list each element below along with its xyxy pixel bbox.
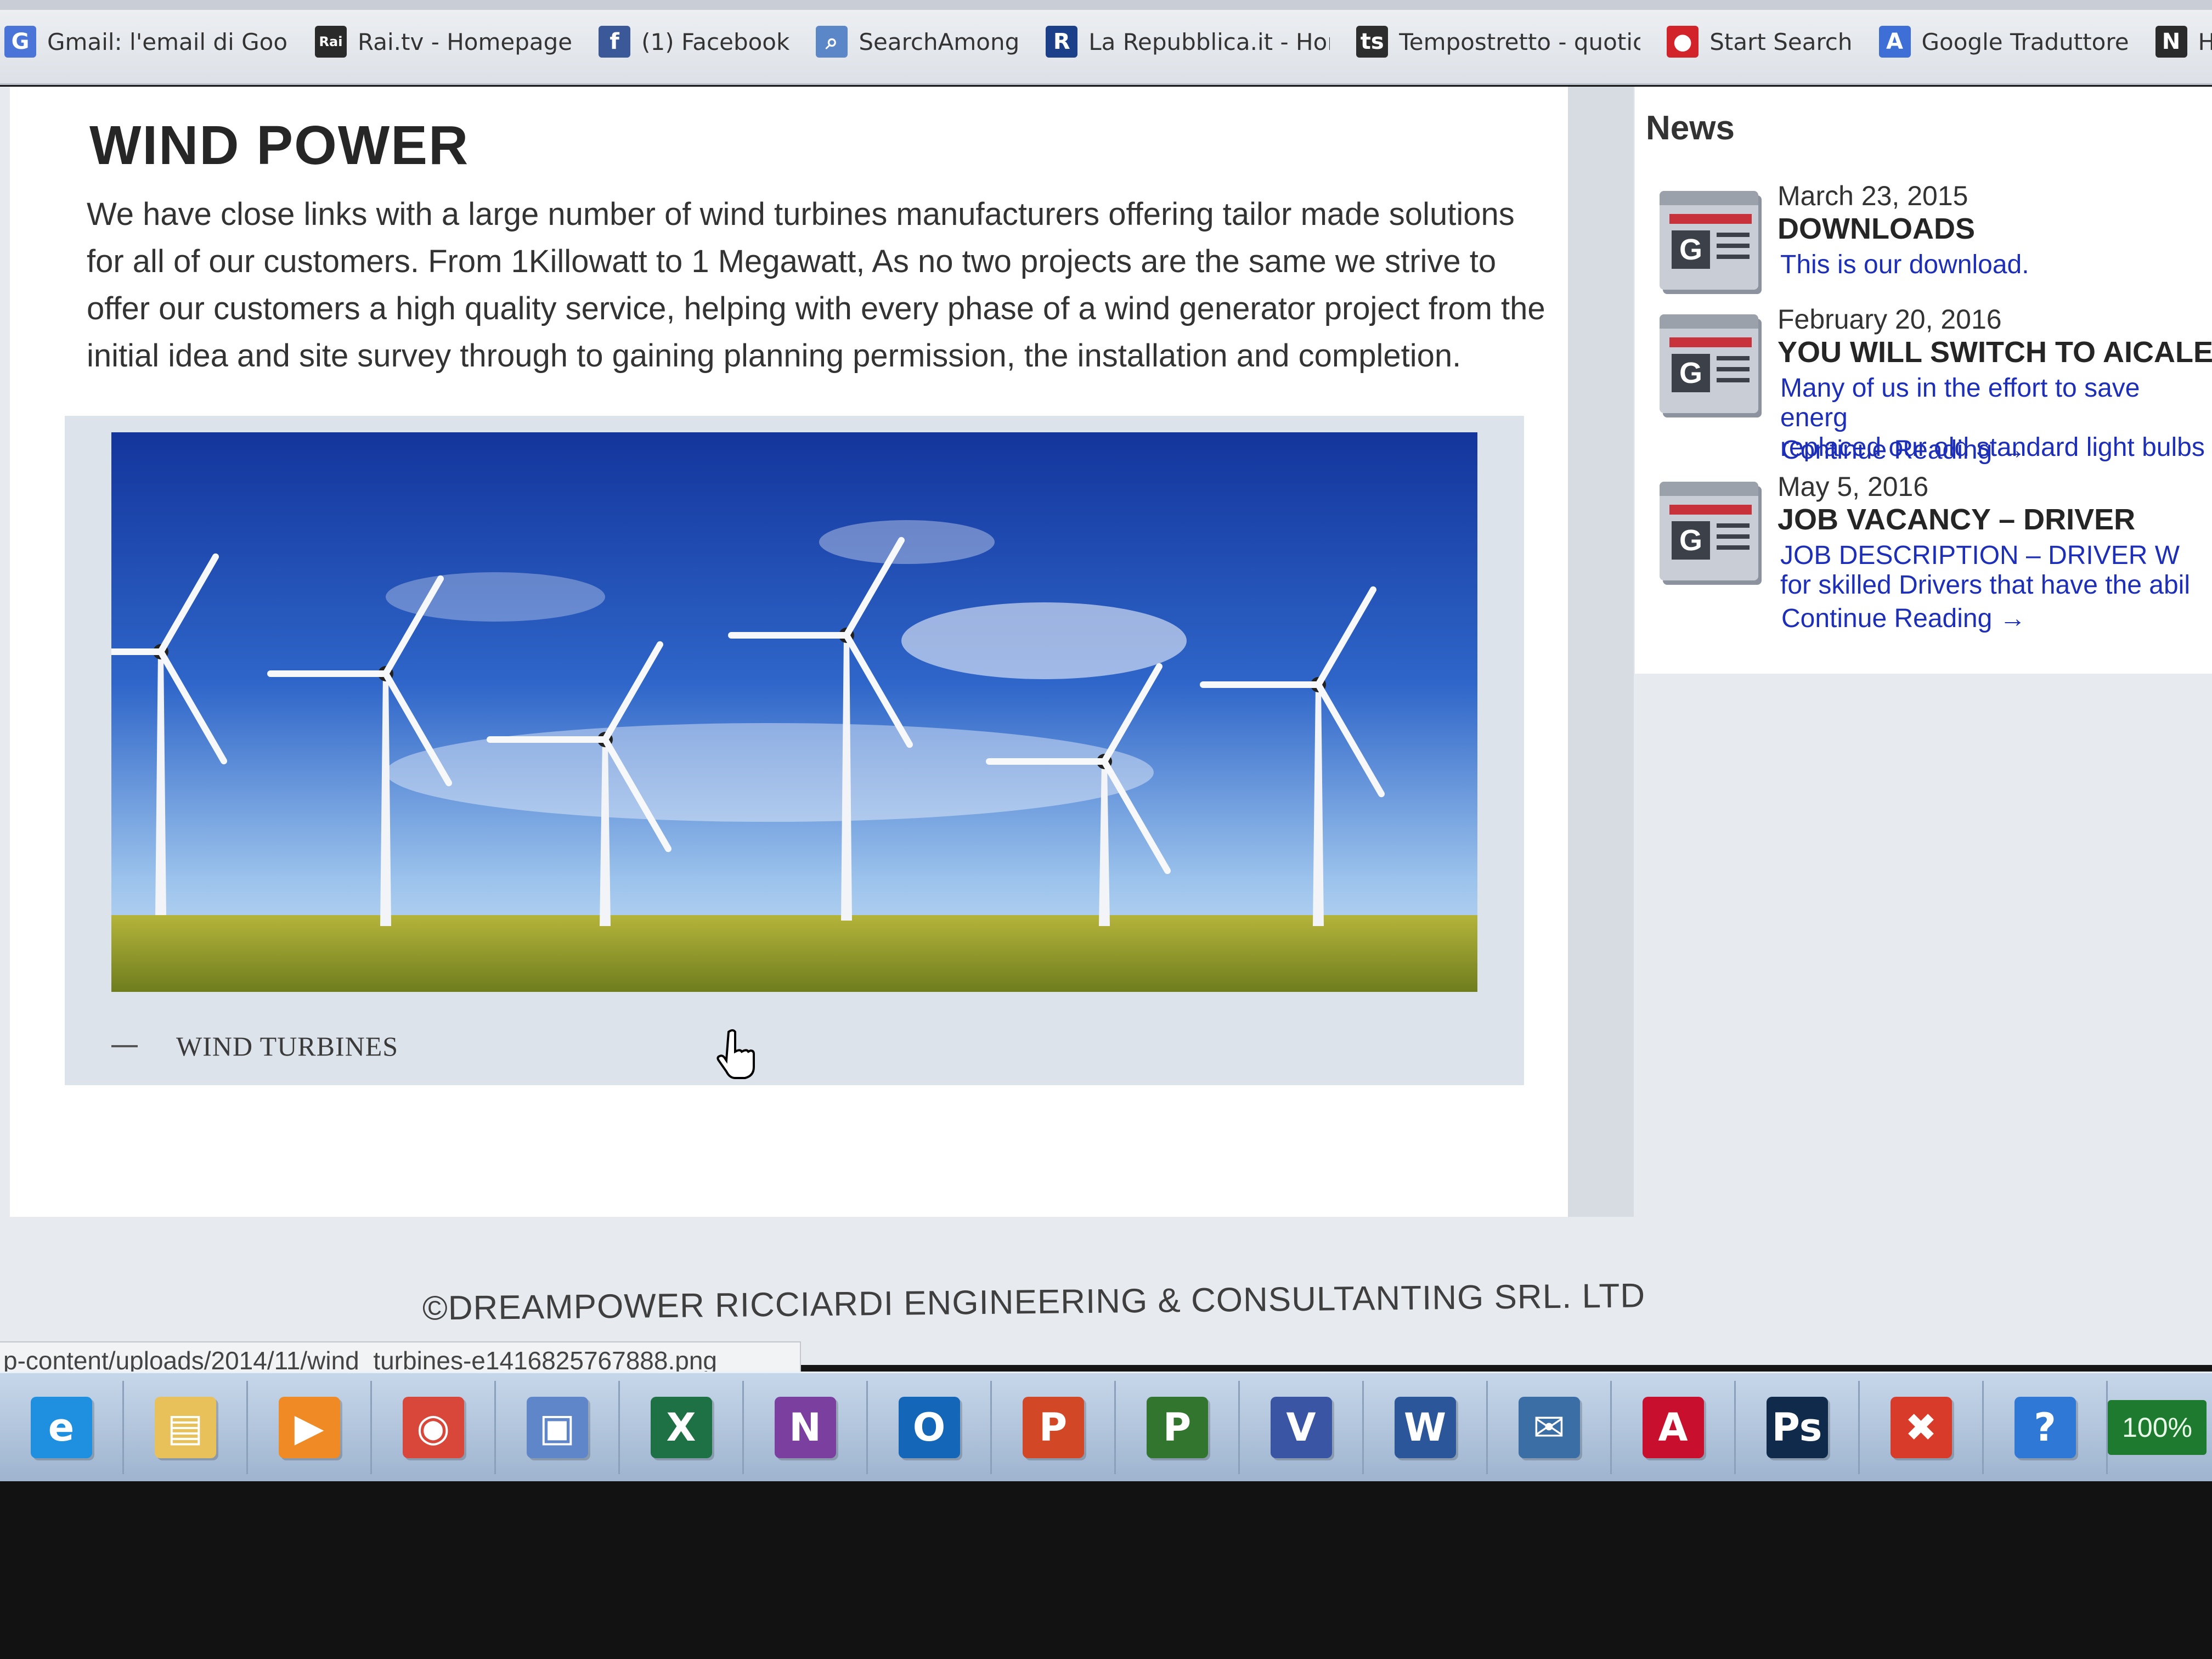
news-title[interactable]: YOU WILL SWITCH TO AICALE xyxy=(1778,335,2212,369)
bookmark-label: (1) Facebook xyxy=(641,28,790,55)
bookmark-item[interactable]: Rai Rai.tv - Homepage xyxy=(315,26,572,58)
taskbar-button[interactable]: X xyxy=(620,1380,744,1474)
continue-reading-link[interactable]: Continue Reading → xyxy=(1781,435,2026,465)
bookmark-label: Home xyxy=(2198,29,2212,55)
news-item: G May 5, 2016 JOB VACANCY – DRIVER JOB D… xyxy=(1660,471,2212,635)
bookmarks-bar: G Gmail: l'email di Goog Rai Rai.tv - Homep… xyxy=(0,0,2212,85)
acrobat-icon: A xyxy=(1642,1396,1704,1458)
news-excerpt: JOB DESCRIPTION – DRIVER W for skilled D… xyxy=(1780,541,2190,600)
bookmark-item[interactable]: ts Tempostretto - quotic xyxy=(1356,26,1640,58)
news-date: March 23, 2015 xyxy=(1778,180,1968,211)
caption-row: WIND TURBINES xyxy=(111,1030,398,1062)
taskbar-button[interactable]: ▤ xyxy=(124,1380,248,1474)
taskbar-button[interactable]: P xyxy=(1116,1380,1240,1474)
news-date: February 20, 2016 xyxy=(1778,304,2002,335)
taskbar-button[interactable]: ▶ xyxy=(248,1380,372,1474)
thunderbird-icon: ✉ xyxy=(1518,1396,1580,1458)
bookmark-item[interactable]: G Gmail: l'email di Goog xyxy=(4,26,289,58)
figure-caption: WIND TURBINES xyxy=(176,1031,399,1062)
media-player-icon: ▶ xyxy=(278,1396,340,1458)
bookmark-label: Google Traduttore xyxy=(1921,28,2129,55)
visio-icon: V xyxy=(1270,1396,1332,1458)
taskbar-button[interactable]: ? xyxy=(1984,1380,2108,1474)
repubblica-icon: R xyxy=(1046,26,1078,58)
taskbar: e ▤ ▶ ◉ ▣ X N O P P V W ✉ A Ps ✖? 100% xyxy=(0,1372,2212,1481)
hand-cursor-icon xyxy=(716,1029,755,1079)
taskbar-button[interactable]: ✉ xyxy=(1488,1380,1612,1474)
news-date: May 5, 2016 xyxy=(1778,471,1929,502)
wind-turbines-image[interactable] xyxy=(111,432,1477,992)
news-heading: News xyxy=(1646,109,1735,147)
web-page: WIND POWER We have close links with a la… xyxy=(0,87,2212,1365)
facebook-icon: f xyxy=(599,26,631,58)
calendar-app-icon: ▣ xyxy=(526,1396,588,1458)
news-sidebar: News G March 23, 2015 DOWNLOADS This is … xyxy=(1635,87,2212,674)
photoshop-icon: Ps xyxy=(1766,1396,1828,1458)
news-excerpt[interactable]: This is our download. xyxy=(1780,250,2212,280)
chrome-icon: ◉ xyxy=(402,1396,464,1458)
onenote-icon: N xyxy=(774,1396,836,1458)
powerpoint-icon: P xyxy=(1022,1396,1084,1458)
bookmark-label: La Repubblica.it - Hon xyxy=(1088,28,1330,55)
newspaper-icon: G xyxy=(1660,191,1758,290)
caption-dash xyxy=(111,1045,138,1047)
taskbar-button[interactable]: A xyxy=(1612,1380,1736,1474)
taskbar-button[interactable]: ▣ xyxy=(496,1380,620,1474)
wind-turbines-photo xyxy=(111,432,1477,992)
figure: WIND TURBINES xyxy=(65,416,1524,1085)
desk-background xyxy=(0,1481,2212,1659)
taskbar-button[interactable]: ✖ xyxy=(1860,1380,1984,1474)
newspaper-icon: G xyxy=(1660,314,1758,413)
magnifier-icon: ⌕ xyxy=(816,26,848,58)
taskbar-button[interactable]: P xyxy=(992,1380,1116,1474)
bookmark-item[interactable]: ● Start Search xyxy=(1667,26,1853,58)
taskbar-button[interactable]: N xyxy=(744,1380,868,1474)
bookmark-item[interactable]: A Google Traduttore xyxy=(1878,26,2129,58)
bookmark-item[interactable]: ⌕ SearchAmong xyxy=(816,26,1019,58)
zoom-level[interactable]: 100% xyxy=(2108,1400,2207,1455)
taskbar-button[interactable]: V xyxy=(1240,1380,1364,1474)
bookmark-item[interactable]: f (1) Facebook xyxy=(599,26,789,58)
speech-bubble-icon: ● xyxy=(1667,26,1699,58)
bookmark-label: Start Search xyxy=(1709,28,1853,55)
tempostretto-icon: ts xyxy=(1356,26,1389,58)
news-title[interactable]: JOB VACANCY – DRIVER xyxy=(1778,503,2135,537)
content-panel: WIND POWER We have close links with a la… xyxy=(10,87,1623,1217)
google-g-icon: G xyxy=(4,26,36,58)
taskbar-button[interactable]: e xyxy=(0,1380,124,1474)
internet-explorer-icon: e xyxy=(30,1396,92,1458)
taskbar-button[interactable]: Ps xyxy=(1736,1380,1860,1474)
excel-icon: X xyxy=(650,1396,712,1458)
help-icon: ? xyxy=(2014,1396,2076,1458)
project-icon: P xyxy=(1146,1396,1208,1458)
taskbar-button[interactable]: ◉ xyxy=(372,1380,496,1474)
bookmark-label: Rai.tv - Homepage xyxy=(358,28,573,55)
intro-paragraph: We have close links with a large number … xyxy=(87,196,1545,374)
page-title: WIND POWER xyxy=(89,115,470,176)
newspaper-icon: G xyxy=(1660,482,1758,580)
bookmark-item[interactable]: R La Repubblica.it - Hon xyxy=(1046,26,1330,58)
continue-reading-link[interactable]: Continue Reading → xyxy=(1781,603,2026,634)
bookmark-item[interactable]: N Home xyxy=(2155,26,2212,58)
home-n-icon: N xyxy=(2155,26,2187,58)
translate-icon: A xyxy=(1878,26,1911,58)
bookmark-label: SearchAmong xyxy=(859,28,1020,55)
file-explorer-icon: ▤ xyxy=(154,1396,216,1458)
news-item: G February 20, 2016 YOU WILL SWITCH TO A… xyxy=(1660,303,2212,468)
column-gutter xyxy=(1568,87,1634,1217)
taskbar-button[interactable]: O xyxy=(868,1380,992,1474)
footer-copyright: ©DREAMPOWER RICCIARDI ENGINEERING & CONS… xyxy=(422,1277,1646,1328)
bookmark-label: Gmail: l'email di Goog xyxy=(47,28,289,55)
office-tools-icon: ✖ xyxy=(1890,1396,1952,1458)
outlook-icon: O xyxy=(898,1396,960,1458)
rai-icon: Rai xyxy=(315,26,347,58)
news-title[interactable]: DOWNLOADS xyxy=(1778,212,1975,246)
bookmark-label: Tempostretto - quotic xyxy=(1399,28,1641,55)
taskbar-button[interactable]: W xyxy=(1364,1380,1488,1474)
word-icon: W xyxy=(1394,1396,1456,1458)
